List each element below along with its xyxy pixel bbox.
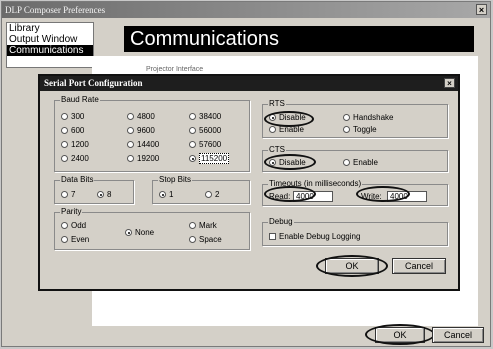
radio-icon	[127, 113, 134, 120]
dialog-ok-button[interactable]: OK	[325, 258, 379, 274]
radio-selected-icon	[269, 159, 276, 166]
rts-toggle-radio[interactable]: Toggle	[343, 125, 377, 135]
radio-icon	[61, 155, 68, 162]
cts-enable-radio[interactable]: Enable	[343, 158, 378, 168]
parity-mark-radio[interactable]: Mark	[189, 221, 217, 231]
dialog-close-icon[interactable]: ×	[444, 78, 455, 88]
read-timeout-label: Read:	[269, 192, 291, 201]
write-timeout-label: Write:	[361, 192, 382, 201]
parity-none-radio[interactable]: None	[125, 228, 154, 238]
rts-enable-radio[interactable]: Enable	[269, 125, 304, 135]
baud-4800-radio[interactable]: 4800	[127, 112, 155, 122]
radio-icon	[61, 191, 68, 198]
radio-icon	[189, 113, 196, 120]
cts-label: CTS	[268, 145, 286, 155]
debug-group: Debug Enable Debug Logging	[262, 217, 448, 246]
baud-300-radio[interactable]: 300	[61, 112, 84, 122]
read-timeout-input[interactable]: 4000	[293, 191, 333, 202]
stop-bits-label: Stop Bits	[158, 175, 193, 185]
radio-selected-icon	[189, 155, 196, 162]
radio-icon	[127, 127, 134, 134]
radio-selected-icon	[97, 191, 104, 198]
data-bits-7-radio[interactable]: 7	[61, 190, 75, 200]
sidebar-item-output-window[interactable]: Output Window	[7, 34, 93, 45]
baud-rate-label: Baud Rate	[60, 95, 100, 105]
dialog-cancel-button[interactable]: Cancel	[392, 258, 446, 274]
radio-icon	[127, 155, 134, 162]
radio-selected-icon	[125, 229, 132, 236]
timeouts-label: Timeouts (in milliseconds)	[268, 179, 363, 189]
radio-icon	[61, 127, 68, 134]
data-bits-label: Data Bits	[60, 175, 95, 185]
stop-bits-1-radio[interactable]: 1	[159, 190, 173, 200]
radio-icon	[343, 126, 350, 133]
baud-600-radio[interactable]: 600	[61, 126, 84, 136]
rts-label: RTS	[268, 99, 286, 109]
radio-icon	[127, 141, 134, 148]
cts-group: CTS Disable Enable	[262, 145, 448, 172]
radio-icon	[269, 126, 276, 133]
write-timeout-input[interactable]: 4000	[387, 191, 427, 202]
baud-56000-radio[interactable]: 56000	[189, 126, 221, 136]
page-title: Communications	[124, 26, 474, 52]
radio-selected-icon	[269, 114, 276, 121]
sidebar-item-library[interactable]: Library	[7, 23, 93, 34]
sidebar-item-communications[interactable]: Communications	[7, 45, 93, 56]
baud-57600-radio[interactable]: 57600	[189, 140, 221, 150]
stop-bits-2-radio[interactable]: 2	[205, 190, 219, 200]
window-title: DLP Composer Preferences	[2, 2, 490, 18]
parity-group: Parity Odd Even None Mark Space	[54, 207, 250, 250]
cts-disable-radio[interactable]: Disable	[269, 158, 306, 168]
radio-icon	[61, 141, 68, 148]
checkbox-icon	[269, 233, 276, 240]
outer-cancel-button[interactable]: Cancel	[432, 327, 484, 343]
timeouts-group: Timeouts (in milliseconds) Read: 4000 Wr…	[262, 179, 448, 206]
rts-disable-radio[interactable]: Disable	[269, 113, 306, 123]
baud-rate-group: Baud Rate 300 4800 38400 600 9600 56000 …	[54, 95, 250, 172]
preferences-sidebar: Library Output Window Communications	[6, 22, 94, 68]
radio-icon	[61, 222, 68, 229]
radio-icon	[189, 222, 196, 229]
outer-ok-button[interactable]: OK	[375, 327, 425, 343]
baud-2400-radio[interactable]: 2400	[61, 154, 89, 164]
window-close-icon[interactable]: ×	[476, 4, 487, 15]
radio-icon	[343, 114, 350, 121]
dialog-title: Serial Port Configuration	[40, 76, 458, 91]
baud-9600-radio[interactable]: 9600	[127, 126, 155, 136]
radio-icon	[189, 141, 196, 148]
baud-115200-radio[interactable]: 115200	[189, 153, 230, 164]
data-bits-group: Data Bits 7 8	[54, 175, 134, 204]
serial-port-dialog: Serial Port Configuration × Baud Rate 30…	[38, 74, 460, 291]
radio-icon	[205, 191, 212, 198]
parity-space-radio[interactable]: Space	[189, 235, 222, 245]
baud-14400-radio[interactable]: 14400	[127, 140, 159, 150]
background-group-label: Projector Interface	[146, 66, 204, 73]
radio-icon	[189, 236, 196, 243]
enable-debug-logging-checkbox[interactable]: Enable Debug Logging	[269, 232, 360, 242]
stop-bits-group: Stop Bits 1 2	[152, 175, 250, 204]
radio-selected-icon	[159, 191, 166, 198]
parity-even-radio[interactable]: Even	[61, 235, 89, 245]
parity-label: Parity	[60, 207, 83, 217]
radio-icon	[61, 236, 68, 243]
baud-19200-radio[interactable]: 19200	[127, 154, 159, 164]
baud-1200-radio[interactable]: 1200	[61, 140, 89, 150]
rts-handshake-radio[interactable]: Handshake	[343, 113, 393, 123]
debug-label: Debug	[268, 217, 294, 227]
radio-icon	[343, 159, 350, 166]
radio-icon	[189, 127, 196, 134]
parity-odd-radio[interactable]: Odd	[61, 221, 86, 231]
rts-group: RTS Disable Handshake Enable Toggle	[262, 99, 448, 138]
baud-38400-radio[interactable]: 38400	[189, 112, 221, 122]
radio-icon	[61, 113, 68, 120]
data-bits-8-radio[interactable]: 8	[97, 190, 111, 200]
